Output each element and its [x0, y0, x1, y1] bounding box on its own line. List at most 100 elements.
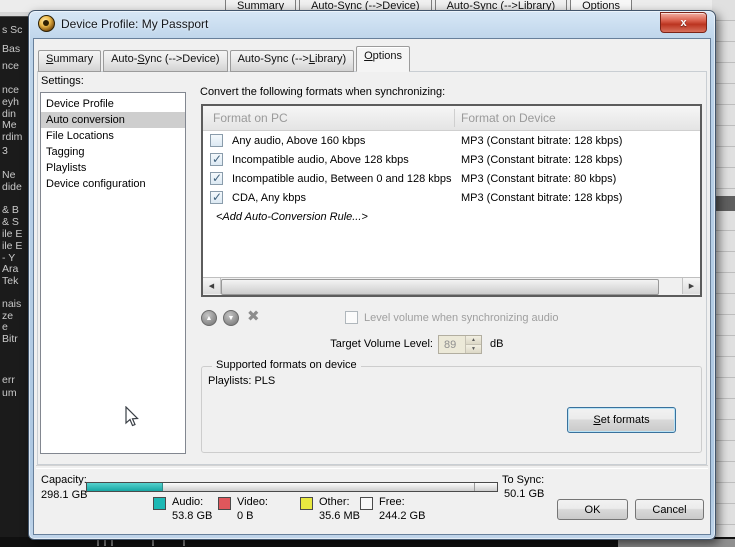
target-volume-spinbox[interactable]: 89 ▲ ▼	[438, 335, 482, 354]
legend-name: Video:	[237, 496, 268, 508]
rule-checkbox[interactable]	[210, 134, 223, 147]
tab[interactable]: Auto-Sync (-->Library)	[230, 50, 355, 72]
background-text-fragment: e	[2, 321, 8, 333]
table-row[interactable]: Incompatible audio, Between 0 and 128 kb…	[203, 169, 700, 188]
target-volume-value: 89	[439, 339, 465, 351]
background-text-fragment: rdim	[2, 131, 22, 143]
format-on-device-cell: MP3 (Constant bitrate: 128 kbps)	[461, 192, 622, 204]
table-row[interactable]: CDA, Any kbps MP3 (Constant bitrate: 128…	[203, 188, 700, 207]
format-on-pc-cell: <Add Auto-Conversion Rule...>	[216, 211, 368, 223]
level-volume-checkbox-row[interactable]: Level volume when synchronizing audio	[345, 311, 558, 324]
db-unit-label: dB	[490, 338, 503, 350]
background-text-fragment: err	[2, 374, 15, 386]
device-profile-dialog: Device Profile: My Passport x Summary Au…	[28, 10, 716, 540]
horizontal-scrollbar[interactable]: ◀ ▶	[203, 277, 700, 295]
background-text-fragment: Tek	[2, 275, 18, 287]
background-text-fragment: ile E	[2, 228, 22, 240]
delete-rule-button[interactable]: ✖	[247, 307, 260, 325]
background-tick	[183, 540, 185, 546]
settings-list-item[interactable]: Playlists	[41, 160, 185, 176]
settings-list-item[interactable]: Auto conversion	[41, 112, 185, 128]
settings-list-item[interactable]: File Locations	[41, 128, 185, 144]
rule-checkbox[interactable]	[210, 153, 223, 166]
background-text-fragment: dide	[2, 181, 22, 193]
spinner-up-icon[interactable]: ▲	[466, 336, 481, 345]
legend-swatch	[300, 497, 313, 510]
column-format-on-pc: Format on PC	[203, 111, 288, 125]
background-text-fragment: s Sc	[2, 24, 22, 36]
capacity-label: Capacity:	[41, 474, 87, 486]
legend-swatch	[153, 497, 166, 510]
table-header: Format on PC Format on Device	[203, 106, 700, 131]
ok-button[interactable]: OK	[557, 499, 628, 520]
to-sync-value: 50.1 GB	[504, 488, 544, 500]
spinner-down-icon[interactable]: ▼	[466, 345, 481, 353]
x-delete-icon: ✖	[247, 308, 260, 325]
groupbox-title: Supported formats on device	[212, 359, 361, 371]
legend-name: Other:	[319, 496, 360, 508]
background-text-fragment: & S	[2, 216, 19, 228]
title-bar[interactable]: Device Profile: My Passport x	[29, 11, 715, 36]
rule-checkbox[interactable]	[210, 172, 223, 185]
format-on-device-cell: MP3 (Constant bitrate: 128 kbps)	[461, 154, 622, 166]
table-row[interactable]: Any audio, Above 160 kbps MP3 (Constant …	[203, 131, 700, 150]
level-volume-checkbox[interactable]	[345, 311, 358, 324]
close-icon: x	[680, 17, 686, 29]
scroll-right-icon[interactable]: ▶	[682, 278, 700, 294]
settings-list-item[interactable]: Device configuration	[41, 176, 185, 192]
background-text-fragment: um	[2, 387, 17, 399]
background-tick	[97, 540, 99, 546]
scrollbar-thumb[interactable]	[221, 279, 659, 295]
arrow-down-icon: ▼	[228, 315, 235, 322]
capacity-value: 298.1 GB	[41, 489, 87, 501]
column-format-on-device: Format on Device	[461, 111, 556, 125]
background-text-fragment: nce	[2, 84, 19, 96]
legend-item: Video: 0 B	[218, 496, 300, 522]
playlists-label: Playlists: PLS	[208, 375, 275, 387]
table-row[interactable]: <Add Auto-Conversion Rule...>	[203, 207, 700, 226]
format-on-pc-cell: CDA, Any kbps	[232, 192, 306, 204]
tab[interactable]: Auto-Sync (-->Device)	[103, 50, 228, 72]
close-button[interactable]: x	[660, 12, 707, 33]
settings-label: Settings:	[41, 75, 84, 87]
background-text-fragment: Bas	[2, 43, 20, 55]
background-text-fragment: eyh	[2, 96, 19, 108]
convert-formats-label: Convert the following formats when synch…	[200, 86, 445, 98]
background-text-fragment: Ara	[2, 263, 18, 275]
capacity-bar-fill	[87, 483, 163, 491]
legend-swatch	[360, 497, 373, 510]
conversion-rules-table: Format on PC Format on Device Any audio,…	[201, 104, 702, 297]
spinner-arrows[interactable]: ▲ ▼	[465, 336, 481, 353]
column-divider	[454, 109, 455, 127]
rule-checkbox[interactable]	[210, 191, 223, 204]
scroll-left-icon[interactable]: ◀	[203, 278, 221, 294]
tab[interactable]: Options	[356, 46, 410, 72]
cancel-button[interactable]: Cancel	[635, 499, 704, 520]
mediamonkey-icon	[38, 15, 55, 32]
background-text-fragment: 3	[2, 145, 8, 157]
background-tick	[104, 540, 106, 546]
move-down-button[interactable]: ▼	[223, 310, 239, 326]
level-volume-label: Level volume when synchronizing audio	[364, 312, 558, 324]
tab-strip: Summary Auto-Sync (-->Device) Auto-Sync …	[38, 50, 412, 72]
move-up-button[interactable]: ▲	[201, 310, 217, 326]
capacity-bar	[86, 482, 498, 492]
format-on-pc-cell: Incompatible audio, Above 128 kbps	[232, 154, 409, 166]
tab[interactable]: Summary	[38, 50, 101, 72]
capacity-bar-divider	[474, 483, 475, 491]
settings-list-item[interactable]: Tagging	[41, 144, 185, 160]
background-text-fragment: ile E	[2, 240, 22, 252]
legend-name: Free:	[379, 496, 425, 508]
background-text-fragment: Me	[2, 119, 17, 131]
dialog-title: Device Profile: My Passport	[61, 17, 208, 31]
legend-value: 53.8 GB	[172, 510, 212, 522]
legend-swatch	[218, 497, 231, 510]
format-on-pc-cell: Incompatible audio, Between 0 and 128 kb…	[232, 173, 452, 185]
settings-list-item[interactable]: Device Profile	[41, 96, 185, 112]
set-formats-button[interactable]: Set formats	[567, 407, 676, 433]
table-row[interactable]: Incompatible audio, Above 128 kbps MP3 (…	[203, 150, 700, 169]
dialog-client-area: Summary Auto-Sync (-->Device) Auto-Sync …	[33, 38, 711, 535]
arrow-up-icon: ▲	[206, 315, 213, 322]
to-sync-label: To Sync:	[502, 474, 544, 486]
background-text-fragment: Bitr	[2, 333, 18, 345]
